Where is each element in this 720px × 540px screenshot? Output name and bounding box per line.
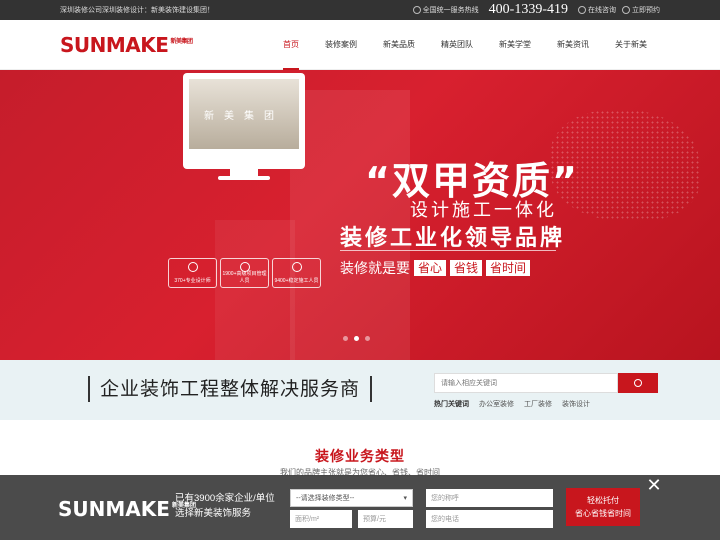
promo-line-2: 选择新美装饰服务: [175, 508, 252, 519]
search-icon: [634, 379, 642, 387]
stat-designers: 370+专业设计师: [168, 258, 217, 288]
monitor-base: [218, 176, 270, 180]
company-slogan: 企业装饰工程整体解决服务商: [88, 376, 373, 402]
book-now-link[interactable]: 立即预约: [622, 5, 660, 15]
stat-label: 9400+稳定施工人员: [274, 278, 319, 284]
phone-icon: [412, 6, 421, 14]
banner-stats: 370+专业设计师 1900+高级项目管理人员 9400+稳定施工人员: [168, 258, 321, 288]
phone-input[interactable]: 您的电话: [426, 510, 553, 528]
designer-icon: [187, 262, 198, 272]
bottom-logo-text: SUNMAKE: [58, 497, 170, 521]
carousel-dot[interactable]: [343, 336, 348, 341]
building-graphic-2: [215, 220, 295, 360]
section-title: 装修业务类型: [315, 448, 405, 464]
hero-banner[interactable]: [0, 70, 720, 360]
cta-line-2: 省心省钱省时间: [575, 509, 631, 518]
keyword-link[interactable]: 装饰设计: [562, 399, 590, 409]
online-consult-label: 在线咨询: [588, 7, 616, 14]
nav-item-team[interactable]: 精英团队: [428, 20, 486, 70]
submit-request-button[interactable]: 轻松托付 省心省钱省时间: [566, 488, 640, 526]
carousel-dot-active[interactable]: [354, 336, 359, 341]
chevron-down-icon: ▾: [403, 495, 407, 502]
hot-keywords-label: 热门关键词: [434, 401, 469, 408]
tag-save-money: 省钱: [450, 260, 483, 276]
online-consult-link[interactable]: 在线咨询: [578, 5, 616, 15]
tag-worry-free: 省心: [414, 260, 447, 276]
cta-line-1: 轻松托付: [587, 496, 619, 505]
main-nav: 首页 装修案例 新美品质 精英团队 新美学堂 新美资讯 关于新美: [270, 20, 660, 70]
renovation-type-select[interactable]: --请选择装修类型-- ▾: [290, 489, 413, 507]
worker-icon: [291, 262, 302, 272]
banner-tagline: 装修就是要: [340, 260, 410, 276]
hotline-number[interactable]: 400-1339-419: [489, 2, 568, 18]
banner-subtitle: 设计施工一体化: [410, 200, 557, 220]
stat-managers: 1900+高级项目管理人员: [220, 258, 269, 288]
promo-line-1: 已有3900余家企业/单位: [175, 493, 275, 504]
manager-icon: [239, 262, 250, 272]
logo-subtext: 新美集团: [170, 37, 193, 45]
site-header: SUNMAKE 新美集团 首页 装修案例 新美品质 精英团队 新美学堂 新美资讯…: [0, 20, 720, 70]
area-input[interactable]: 面积/m²: [290, 510, 352, 528]
monitor-screen: 新美集团: [189, 79, 299, 149]
search-button[interactable]: [618, 373, 658, 393]
stat-workers: 9400+稳定施工人员: [272, 258, 321, 288]
banner-divider: [340, 250, 556, 251]
tag-save-time: 省时间: [486, 260, 531, 276]
stat-label: 1900+高级项目管理人员: [222, 271, 267, 284]
nav-item-home[interactable]: 首页: [270, 20, 312, 70]
search-input[interactable]: [434, 373, 618, 393]
hot-keywords: 热门关键词 办公室装修 工厂装修 装饰设计: [434, 399, 590, 409]
hotline-label: 全国统一服务热线: [422, 7, 479, 14]
chat-icon: [578, 6, 586, 14]
carousel-dot[interactable]: [365, 336, 370, 341]
stat-label: 370+专业设计师: [174, 278, 211, 284]
bottom-promo-text: 已有3900余家企业/单位 选择新美装饰服务: [175, 491, 275, 521]
nav-item-quality[interactable]: 新美品质: [370, 20, 428, 70]
close-icon[interactable]: ✕: [646, 476, 662, 494]
keyword-link[interactable]: 工厂装修: [524, 399, 552, 409]
search-box: [434, 373, 658, 393]
name-input[interactable]: 您的称呼: [426, 489, 553, 507]
nav-item-academy[interactable]: 新美学堂: [486, 20, 544, 70]
monitor-graphic: 新美集团: [183, 73, 305, 169]
nav-item-about[interactable]: 关于新美: [602, 20, 660, 70]
logo-text: SUNMAKE: [60, 32, 169, 57]
book-now-label: 立即预约: [632, 7, 660, 14]
site-logo[interactable]: SUNMAKE 新美集团: [60, 32, 193, 57]
nav-item-cases[interactable]: 装修案例: [312, 20, 370, 70]
budget-input[interactable]: 预算/元: [358, 510, 413, 528]
top-bar-right: 全国统一服务热线 400-1339-419 在线咨询 立即预约: [412, 2, 660, 18]
banner-tagline-row: 装修就是要 省心 省钱 省时间: [340, 258, 531, 278]
carousel-dots: [343, 336, 370, 341]
clock-icon: [622, 6, 630, 14]
keyword-link[interactable]: 办公室装修: [479, 399, 514, 409]
hotline: 全国统一服务热线: [412, 5, 479, 15]
select-placeholder: --请选择装修类型--: [296, 495, 355, 502]
top-bar: 深圳装修公司深圳装修设计：新美装饰建设集团！ 全国统一服务热线 400-1339…: [0, 0, 720, 20]
site-description: 深圳装修公司深圳装修设计：新美装饰建设集团！: [60, 7, 214, 14]
banner-headline: 装修工业化领导品牌: [340, 225, 566, 250]
nav-item-news[interactable]: 新美资讯: [544, 20, 602, 70]
